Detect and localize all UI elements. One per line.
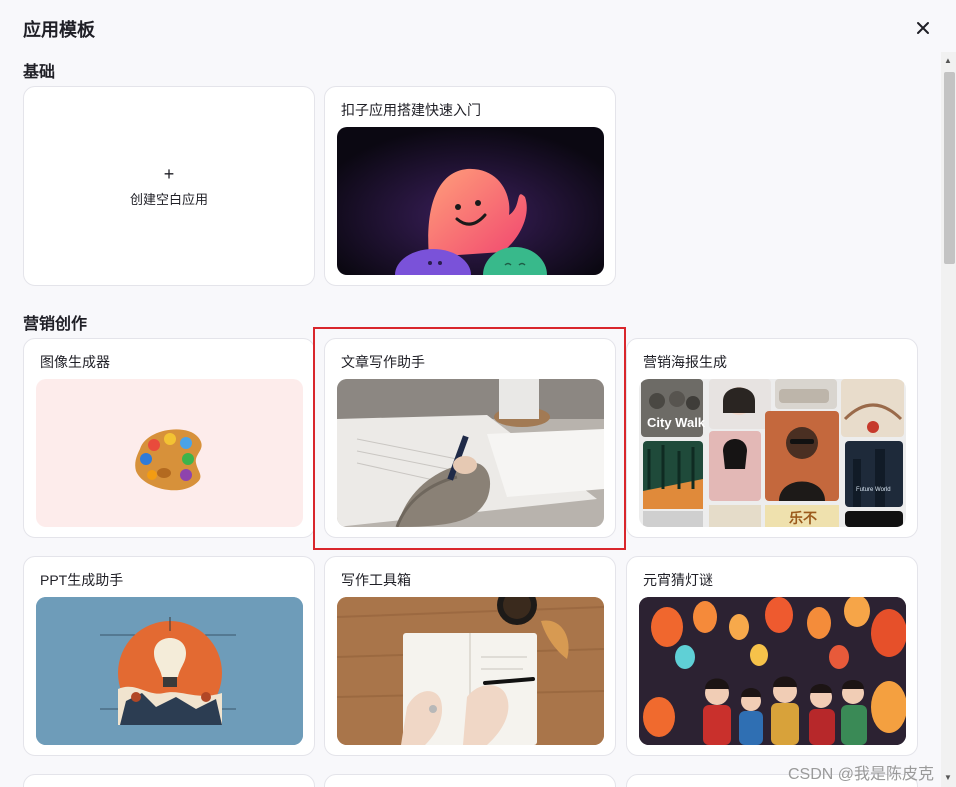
create-blank-app-label: 创建空白应用 — [129, 191, 208, 207]
watermark: CSDN @我是陈皮克 — [788, 766, 935, 783]
marketing-poster-thumbnail: City Walk Future World 乐不 — [639, 379, 906, 527]
chevron-up-icon[interactable]: ▲ — [944, 56, 952, 65]
template-card-image-generator[interactable]: 图像生成器 — [23, 338, 315, 538]
card-title: 图像生成器 — [40, 354, 110, 370]
poster-text-future-world: Future World — [856, 487, 891, 493]
card-title: 写作工具箱 — [341, 572, 411, 588]
template-card-lantern-riddle[interactable]: 元宵猜灯谜 — [626, 556, 918, 756]
scrollbar-thumb[interactable] — [944, 72, 955, 264]
template-card-article-writer[interactable]: 文章写作助手 — [324, 338, 616, 538]
article-writer-thumbnail — [337, 379, 604, 527]
card-title: PPT生成助手 — [40, 572, 124, 588]
quickstart-thumbnail — [337, 127, 604, 275]
section-title-marketing: 营销创作 — [23, 316, 88, 333]
card-title: 文章写作助手 — [341, 354, 425, 370]
template-card-marketing-poster[interactable]: 营销海报生成 City Walk Future World 乐不 — [626, 338, 918, 538]
card-title: 元宵猜灯谜 — [643, 572, 713, 588]
template-card-next-row[interactable] — [324, 774, 616, 787]
image-generator-thumbnail — [36, 379, 303, 527]
card-title: 扣子应用搭建快速入门 — [341, 102, 481, 118]
chevron-down-icon[interactable]: ▼ — [944, 773, 952, 782]
writing-tools-thumbnail — [337, 597, 604, 745]
dialog-title: 应用模板 — [23, 20, 95, 40]
lantern-riddle-thumbnail — [639, 597, 906, 745]
close-icon[interactable] — [912, 17, 934, 39]
create-blank-app-card[interactable]: + 创建空白应用 — [23, 86, 315, 286]
card-title: 营销海报生成 — [643, 354, 727, 370]
template-card-next-row[interactable] — [23, 774, 315, 787]
poster-text-le-bu: 乐不 — [789, 510, 817, 527]
template-list[interactable]: 基础 + 创建空白应用 扣子应用搭建快速入门 营销创作 图像生成器 文章写作助手… — [0, 52, 940, 787]
section-title-basic: 基础 — [23, 64, 56, 81]
ppt-assistant-thumbnail — [36, 597, 303, 745]
poster-text-city-walk: City Walk — [647, 415, 706, 430]
template-card-writing-tools[interactable]: 写作工具箱 — [324, 556, 616, 756]
plus-icon: + — [163, 163, 175, 184]
template-card-quickstart[interactable]: 扣子应用搭建快速入门 — [324, 86, 616, 286]
app-template-dialog: 应用模板 基础 + 创建空白应用 扣子应用搭建快速入门 营销创作 图像生成器 文… — [0, 0, 956, 787]
template-card-ppt-assistant[interactable]: PPT生成助手 — [23, 556, 315, 756]
